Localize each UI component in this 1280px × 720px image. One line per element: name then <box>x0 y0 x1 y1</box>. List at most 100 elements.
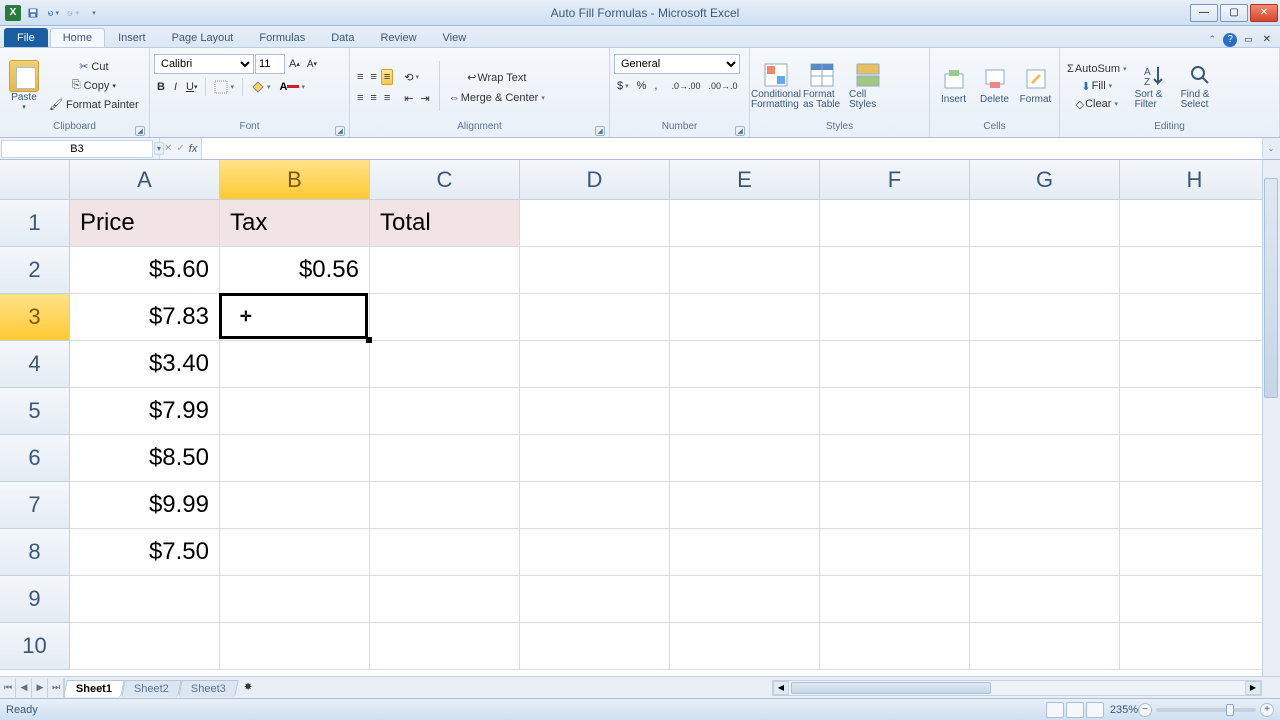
tab-data[interactable]: Data <box>318 28 367 47</box>
bold-button[interactable]: B <box>154 79 168 95</box>
clear-button[interactable]: ◇Clear <box>1064 96 1130 113</box>
row-header-3[interactable]: 3 <box>0 294 70 341</box>
cell-F10[interactable] <box>820 623 970 670</box>
cell-A2[interactable]: $5.60 <box>70 247 220 294</box>
zoom-slider-thumb[interactable] <box>1226 704 1234 716</box>
align-bottom-icon[interactable]: ≡ <box>381 69 393 85</box>
cell-H1[interactable] <box>1120 200 1270 247</box>
cell-E7[interactable] <box>670 482 820 529</box>
decrease-font-icon[interactable]: A▾ <box>304 57 320 72</box>
cell-C3[interactable] <box>370 294 520 341</box>
conditional-formatting-button[interactable]: Conditional Formatting <box>754 59 798 113</box>
cell-C5[interactable] <box>370 388 520 435</box>
zoom-in-button[interactable]: + <box>1260 703 1274 717</box>
increase-indent-icon[interactable]: ⇥ <box>417 90 432 107</box>
fx-icon[interactable]: fx <box>189 143 198 155</box>
increase-decimal-button[interactable]: .0→.00 <box>668 79 703 93</box>
tab-insert[interactable]: Insert <box>105 28 159 47</box>
name-box-input[interactable] <box>1 140 153 158</box>
cell-C7[interactable] <box>370 482 520 529</box>
redo-button[interactable] <box>64 4 82 22</box>
cell-E4[interactable] <box>670 341 820 388</box>
sheet-nav-next[interactable]: ▶ <box>32 678 48 698</box>
italic-button[interactable]: I <box>171 79 180 95</box>
cell-B7[interactable] <box>220 482 370 529</box>
cell-D2[interactable] <box>520 247 670 294</box>
clipboard-dialog-launcher[interactable]: ◢ <box>135 126 145 136</box>
sheet-nav-first[interactable]: ⏮ <box>0 678 16 698</box>
cell-A6[interactable]: $8.50 <box>70 435 220 482</box>
cell-E6[interactable] <box>670 435 820 482</box>
cell-G10[interactable] <box>970 623 1120 670</box>
cell-H9[interactable] <box>1120 576 1270 623</box>
cell-G3[interactable] <box>970 294 1120 341</box>
workbook-close-icon[interactable]: ✕ <box>1260 32 1274 47</box>
cell-A10[interactable] <box>70 623 220 670</box>
cell-C8[interactable] <box>370 529 520 576</box>
cell-H2[interactable] <box>1120 247 1270 294</box>
row-header-7[interactable]: 7 <box>0 482 70 529</box>
cell-E3[interactable] <box>670 294 820 341</box>
cell-G2[interactable] <box>970 247 1120 294</box>
increase-font-icon[interactable]: A▴ <box>286 56 303 72</box>
cut-button[interactable]: ✂Cut <box>46 58 142 76</box>
number-format-select[interactable]: General <box>614 54 740 74</box>
tab-page-layout[interactable]: Page Layout <box>159 28 247 47</box>
orientation-button[interactable]: ⟲ <box>401 69 422 86</box>
cell-H8[interactable] <box>1120 529 1270 576</box>
fill-color-button[interactable] <box>248 78 274 96</box>
new-sheet-button[interactable]: ✸ <box>241 680 255 695</box>
page-layout-view-button[interactable] <box>1066 702 1084 718</box>
align-center-icon[interactable]: ≡ <box>367 90 379 106</box>
cell-F2[interactable] <box>820 247 970 294</box>
cell-C9[interactable] <box>370 576 520 623</box>
cell-B8[interactable] <box>220 529 370 576</box>
cell-B5[interactable] <box>220 388 370 435</box>
sheet-tab-sheet1[interactable]: Sheet1 <box>63 680 125 697</box>
sheet-tab-sheet2[interactable]: Sheet2 <box>121 680 181 697</box>
comma-format-button[interactable]: , <box>651 78 660 94</box>
cell-A9[interactable] <box>70 576 220 623</box>
cell-E2[interactable] <box>670 247 820 294</box>
cell-H10[interactable] <box>1120 623 1270 670</box>
percent-format-button[interactable]: % <box>634 78 650 94</box>
row-header-6[interactable]: 6 <box>0 435 70 482</box>
cell-H7[interactable] <box>1120 482 1270 529</box>
cell-D3[interactable] <box>520 294 670 341</box>
font-dialog-launcher[interactable]: ◢ <box>335 126 345 136</box>
row-header-9[interactable]: 9 <box>0 576 70 623</box>
column-header-F[interactable]: F <box>820 160 970 200</box>
cell-B10[interactable] <box>220 623 370 670</box>
column-header-E[interactable]: E <box>670 160 820 200</box>
column-header-B[interactable]: B <box>220 160 370 200</box>
expand-formula-bar[interactable]: ⌄ <box>1262 138 1280 159</box>
cell-D1[interactable] <box>520 200 670 247</box>
column-header-A[interactable]: A <box>70 160 220 200</box>
row-header-10[interactable]: 10 <box>0 623 70 670</box>
hscroll-left[interactable]: ◀ <box>773 681 789 695</box>
cell-C10[interactable] <box>370 623 520 670</box>
hscroll-right[interactable]: ▶ <box>1245 681 1261 695</box>
cell-B1[interactable]: Tax <box>220 200 370 247</box>
cell-styles-button[interactable]: Cell Styles <box>846 59 890 113</box>
cell-F5[interactable] <box>820 388 970 435</box>
cell-A3[interactable]: $7.83 <box>70 294 220 341</box>
window-restore-icon[interactable]: ▭ <box>1241 32 1256 47</box>
cell-C6[interactable] <box>370 435 520 482</box>
vertical-scrollbar[interactable] <box>1262 160 1280 676</box>
select-all-corner[interactable] <box>0 160 70 200</box>
cell-B6[interactable] <box>220 435 370 482</box>
cell-D10[interactable] <box>520 623 670 670</box>
delete-cells-button[interactable]: Delete <box>975 63 1014 108</box>
cell-H4[interactable] <box>1120 341 1270 388</box>
worksheet-area[interactable]: ABCDEFGH1PriceTaxTotal2$5.60$0.563$7.834… <box>0 160 1280 676</box>
cell-A7[interactable]: $9.99 <box>70 482 220 529</box>
row-header-5[interactable]: 5 <box>0 388 70 435</box>
cell-D6[interactable] <box>520 435 670 482</box>
cell-F7[interactable] <box>820 482 970 529</box>
font-color-button[interactable]: A <box>277 79 308 95</box>
row-header-1[interactable]: 1 <box>0 200 70 247</box>
cell-D5[interactable] <box>520 388 670 435</box>
undo-button[interactable] <box>44 4 62 22</box>
cell-E9[interactable] <box>670 576 820 623</box>
